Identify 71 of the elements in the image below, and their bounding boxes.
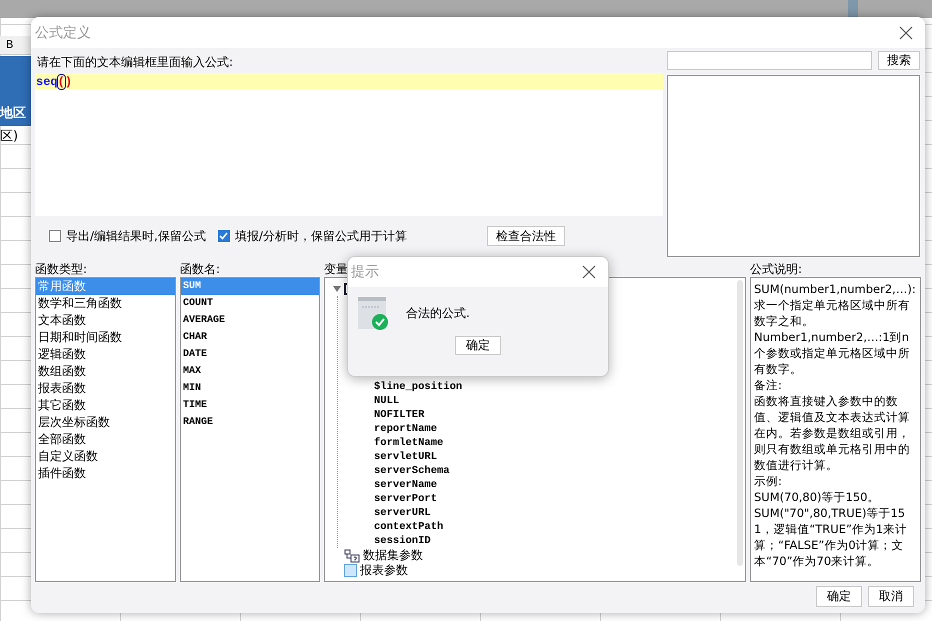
window-check-icon bbox=[358, 297, 388, 330]
list-heading: 函数名: bbox=[180, 262, 220, 276]
tree-item[interactable]: NULL bbox=[366, 394, 745, 408]
list-item[interactable]: MAX bbox=[181, 363, 319, 380]
tree-item[interactable]: serverName bbox=[366, 478, 745, 492]
column-header: B bbox=[0, 36, 31, 55]
list-item[interactable]: 文本函数 bbox=[36, 312, 175, 329]
list-item[interactable]: 全部函数 bbox=[36, 431, 175, 448]
checkbox-label: 填报/分析时，保留公式用于计算 bbox=[234, 228, 407, 244]
description-text: SUM(70,80)等于150。 bbox=[754, 489, 880, 505]
list-item[interactable]: COUNT bbox=[181, 295, 319, 312]
list-item[interactable]: 插件函数 bbox=[36, 465, 175, 482]
tree-item[interactable]: 数据集参数 bbox=[363, 547, 423, 564]
list-item[interactable]: MIN bbox=[181, 380, 319, 397]
window-title: 公式定义 bbox=[35, 24, 91, 42]
validate-button[interactable]: 检查合法性 bbox=[486, 226, 565, 246]
list-item[interactable]: 自定义函数 bbox=[36, 448, 175, 465]
code-token: ( bbox=[58, 75, 65, 89]
list-item[interactable]: 数学和三角函数 bbox=[36, 295, 175, 312]
tree-item[interactable]: serverSchema bbox=[366, 464, 745, 478]
tree-item[interactable]: serverURL bbox=[366, 506, 745, 520]
list-item[interactable]: TIME bbox=[181, 397, 319, 414]
table-question-icon bbox=[344, 548, 360, 562]
checkbox[interactable] bbox=[49, 230, 61, 242]
list-item[interactable]: 层次坐标函数 bbox=[36, 414, 175, 431]
description-text: SUM(number1,number2,…):求一个指定单元格区域中所有数字之和。 bbox=[754, 281, 917, 329]
alert-title: 提示 bbox=[351, 263, 379, 281]
tree-item[interactable]: reportName bbox=[366, 422, 745, 436]
editor-label: 请在下面的文本编辑框里面输入公式: bbox=[35, 49, 663, 73]
list-heading: 公式说明: bbox=[750, 261, 802, 277]
checkbox[interactable] bbox=[218, 230, 230, 242]
scroll-marker bbox=[848, 0, 858, 18]
close-icon[interactable] bbox=[582, 265, 596, 279]
list-item[interactable]: 数组函数 bbox=[36, 363, 175, 380]
search-field[interactable] bbox=[667, 51, 872, 70]
table-cell: 区) bbox=[0, 128, 18, 146]
tree-item[interactable]: $line_position bbox=[366, 380, 745, 394]
tree-item[interactable]: formletName bbox=[366, 436, 745, 450]
alert-message: 合法的公式. bbox=[406, 305, 470, 322]
list-item[interactable]: AVERAGE bbox=[181, 312, 319, 329]
tree-item[interactable]: 报表参数 bbox=[360, 562, 408, 579]
description-text: 示例: bbox=[754, 473, 783, 489]
list-heading: 变量 bbox=[324, 262, 348, 276]
tree-item[interactable]: servletURL bbox=[366, 450, 745, 464]
list-item[interactable]: 日期和时间函数 bbox=[36, 329, 175, 346]
list-item[interactable]: 报表函数 bbox=[36, 380, 175, 397]
tree-item[interactable]: contextPath bbox=[366, 520, 745, 534]
dialog-button[interactable]: 取消 bbox=[868, 586, 914, 607]
description-text: 函数将直接键入参数中的数值、逻辑值及文本表达式计算在内。若参数是数组或引用，则只有数组或单元格引用中的数值进行计算。 bbox=[754, 393, 911, 473]
ok-button[interactable]: 确定 bbox=[455, 336, 501, 355]
close-icon[interactable] bbox=[899, 26, 913, 40]
list-item[interactable]: 逻辑函数 bbox=[36, 346, 175, 363]
description-text: Number1,number2,…:1到n个参数或指定单元格区域中所有数字。 bbox=[754, 329, 911, 377]
list-item[interactable]: 其它函数 bbox=[36, 397, 175, 414]
list-item[interactable]: CHAR bbox=[181, 329, 319, 346]
tree-item[interactable]: serverPort bbox=[366, 492, 745, 506]
search-button[interactable]: 搜索 bbox=[878, 51, 920, 70]
caret-icon[interactable] bbox=[333, 286, 341, 292]
description-text: 备注: bbox=[754, 377, 783, 393]
list-heading: 函数类型: bbox=[35, 262, 88, 276]
code-token: seq bbox=[36, 75, 58, 89]
code-token: ) bbox=[64, 75, 72, 89]
tree-item[interactable]: NOFILTER bbox=[366, 408, 745, 422]
list-item[interactable]: DATE bbox=[181, 346, 319, 363]
description-text: SUM("70",80,TRUE)等于151，逻辑值“TRUE”作为1来计算；“FALSE”作为0计算；文本“70”作为70来计算。 bbox=[754, 505, 908, 569]
scrollbar[interactable] bbox=[737, 280, 743, 566]
parameter-icon bbox=[344, 564, 357, 577]
dialog-button[interactable]: 确定 bbox=[816, 586, 862, 607]
checkbox-label: 导出/编辑结果时,保留公式 bbox=[66, 228, 206, 244]
tree-item[interactable]: sessionID bbox=[366, 534, 745, 548]
list-item[interactable]: RANGE bbox=[181, 414, 319, 431]
